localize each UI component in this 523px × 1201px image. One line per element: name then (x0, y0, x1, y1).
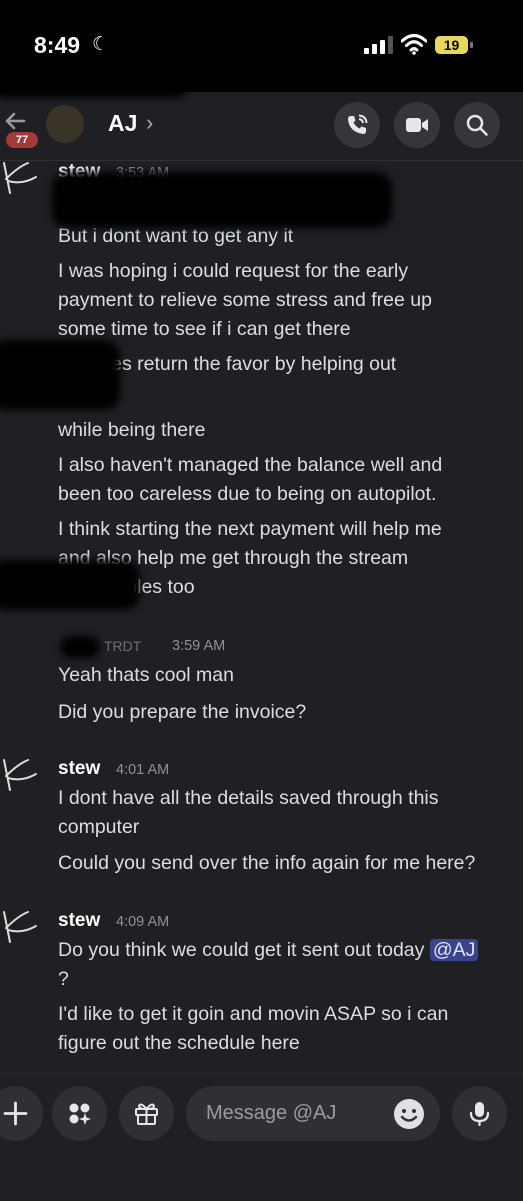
chevron-right-icon[interactable]: › (146, 110, 153, 136)
voice-message-button[interactable] (452, 1086, 507, 1141)
video-call-button[interactable] (394, 102, 440, 148)
message-text: I was hoping i could request for the ear… (58, 260, 409, 282)
gift-icon (135, 1103, 158, 1125)
message-text: Yeah thats cool man (58, 664, 234, 686)
message-text: Could you send over the info again for m… (58, 852, 476, 874)
message-timestamp: 4:01 AM (116, 762, 170, 778)
emoji-icon[interactable] (393, 1098, 425, 1130)
microphone-icon (469, 1102, 490, 1127)
message-text: I dont have all the details saved throug… (58, 787, 439, 809)
message-text: ? (58, 968, 69, 990)
unread-badge: 77 (6, 132, 38, 148)
battery-level: 19 (443, 37, 460, 53)
avatar[interactable] (0, 155, 42, 199)
avatar[interactable] (0, 904, 42, 948)
apps-button[interactable] (52, 1086, 107, 1141)
message-timestamp: 3:59 AM (172, 638, 226, 654)
search-button[interactable] (454, 102, 500, 148)
redaction-mark (52, 172, 392, 228)
redaction-mark (0, 58, 190, 98)
wifi-icon (401, 34, 427, 55)
message-text: Do you think we could get it sent out to… (58, 936, 479, 965)
message-text: been too careless due to being on autopi… (58, 483, 437, 505)
user-mention[interactable]: @AJ (429, 939, 479, 961)
voice-call-button[interactable] (334, 102, 380, 148)
back-arrow-icon[interactable] (4, 110, 26, 132)
message-text: I'd like to get it goin and movin ASAP s… (58, 1003, 449, 1025)
avatar[interactable] (46, 105, 84, 143)
message-text: while being there (58, 419, 206, 441)
add-attachment-button[interactable] (0, 1086, 43, 1141)
message-text: figure out the schedule here (58, 1032, 300, 1054)
role-tag: TRDT (104, 638, 142, 654)
gift-button[interactable] (119, 1086, 174, 1141)
message-text-segment: Do you think we could get it sent out to… (58, 939, 425, 961)
video-icon (406, 118, 428, 132)
channel-title[interactable]: AJ (108, 110, 137, 137)
message-author[interactable]: stew (58, 758, 100, 780)
message-composer (0, 1073, 523, 1201)
redaction-mark (0, 560, 140, 610)
chat-header: 77 AJ › (0, 92, 523, 161)
avatar[interactable] (0, 752, 42, 796)
redaction-mark (60, 636, 100, 658)
message-author[interactable]: stew (58, 910, 100, 932)
message-text: payment to relieve some stress and free … (58, 289, 432, 311)
status-time: 8:49 (34, 32, 81, 58)
message-text: I think starting the next payment will h… (58, 518, 442, 540)
message-text: Did you prepare the invoice? (58, 701, 307, 723)
message-text: computer (58, 816, 140, 838)
search-icon (466, 114, 488, 136)
message-timestamp: 4:09 AM (116, 914, 170, 930)
signal-icon (364, 36, 393, 54)
apps-icon (69, 1103, 91, 1125)
plus-icon (3, 1101, 28, 1126)
moon-icon: ☾ (92, 34, 110, 55)
battery-indicator: 19 (435, 36, 473, 54)
message-text: I also haven't managed the balance well … (58, 454, 443, 476)
redaction-mark (0, 340, 120, 410)
phone-call-icon (348, 114, 368, 134)
